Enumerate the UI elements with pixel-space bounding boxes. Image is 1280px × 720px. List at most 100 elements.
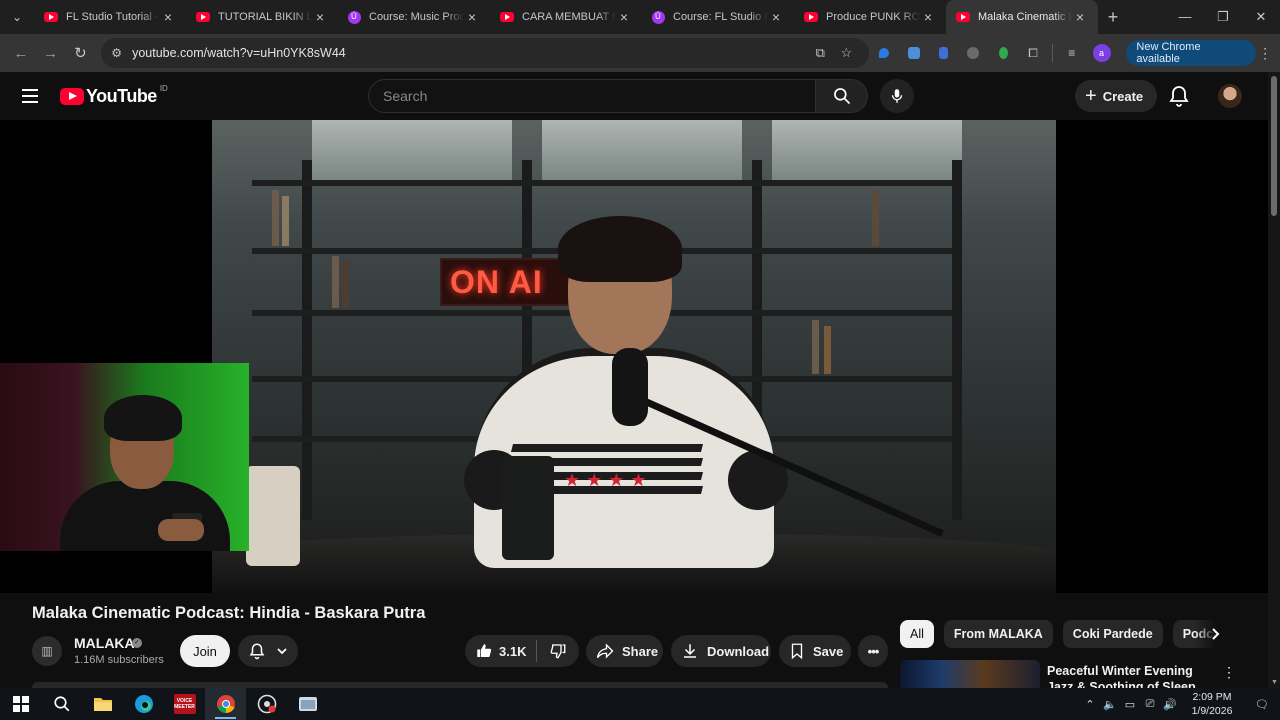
speaker-icon[interactable]: 🔈 xyxy=(1100,698,1120,711)
voicemeeter-button[interactable]: VOICE MEETER xyxy=(164,688,205,720)
chip-coki-pardede[interactable]: Coki Pardede xyxy=(1062,620,1163,648)
dislike-button[interactable] xyxy=(537,642,579,660)
chip-all[interactable]: All xyxy=(900,620,934,648)
new-tab-button[interactable]: + xyxy=(1098,7,1128,28)
close-tab-icon[interactable]: × xyxy=(1072,9,1088,25)
reload-icon[interactable]: ↻ xyxy=(66,38,96,68)
extension-icon[interactable] xyxy=(869,38,899,68)
address-bar[interactable]: ⚙ youtube.com/watch?v=uHn0YK8sW44 ⧉ ☆ xyxy=(101,38,870,68)
extensions-puzzle-icon[interactable]: ⧠ xyxy=(1018,38,1048,68)
close-tab-icon[interactable]: × xyxy=(920,9,936,25)
like-button[interactable]: 3.1K xyxy=(465,640,538,662)
maximize-icon[interactable]: ❐ xyxy=(1204,9,1242,25)
chrome-menu-icon[interactable]: ⋮ xyxy=(1256,45,1274,62)
scrollbar-thumb[interactable] xyxy=(1271,76,1277,216)
create-label: Create xyxy=(1102,88,1144,104)
extension-icon[interactable] xyxy=(988,38,1018,68)
network-icon[interactable]: ⎚ xyxy=(1140,698,1160,711)
join-button[interactable]: Join xyxy=(180,635,230,667)
video-frame[interactable]: ON AI ★★★★ xyxy=(212,120,1056,593)
related-video-thumbnail[interactable] xyxy=(900,660,1040,688)
site-info-icon[interactable]: ⚙ xyxy=(111,46,122,60)
url-text[interactable]: youtube.com/watch?v=uHn0YK8sW44 xyxy=(132,46,807,60)
back-icon[interactable]: ← xyxy=(6,38,36,68)
browser-tab[interactable]: Course: Music Produ × xyxy=(338,0,490,34)
search-input[interactable] xyxy=(383,88,815,104)
show-hidden-icons[interactable]: ⌃ xyxy=(1080,698,1100,711)
shelf-post xyxy=(302,160,312,520)
related-video-menu-icon[interactable]: ⋮ xyxy=(1222,664,1236,681)
related-video-title[interactable]: Peaceful Winter Evening Jazz & Soothing … xyxy=(1047,663,1207,688)
share-button[interactable]: Share xyxy=(586,635,663,667)
download-icon xyxy=(684,644,696,658)
recorder-icon xyxy=(257,694,276,714)
extension-icon[interactable] xyxy=(929,38,959,68)
channel-name[interactable]: MALAKA xyxy=(74,635,135,651)
bookmark-icon xyxy=(791,643,803,660)
account-avatar[interactable] xyxy=(1218,84,1242,108)
search-button[interactable] xyxy=(816,79,868,113)
volume-icon[interactable]: 🔊 xyxy=(1160,698,1180,711)
subscription-notifications-button[interactable] xyxy=(238,635,298,667)
battery-icon[interactable]: ▭ xyxy=(1120,698,1140,711)
install-app-icon[interactable]: ⧉ xyxy=(807,45,833,61)
browser-tab[interactable]: TUTORIAL BIKIN LAG × xyxy=(186,0,338,34)
taskbar-clock[interactable]: 2:09 PM 1/9/2026 xyxy=(1180,690,1244,718)
media-queue-icon[interactable]: ≡ xyxy=(1057,38,1087,68)
taskbar-search-button[interactable] xyxy=(41,688,82,720)
search-icon xyxy=(53,696,69,712)
create-button[interactable]: + Create xyxy=(1075,80,1158,112)
page-scrollbar[interactable]: ▼ xyxy=(1268,72,1280,688)
browser-tab[interactable]: Produce PUNK ROCK × xyxy=(794,0,946,34)
more-actions-button[interactable]: ••• xyxy=(858,635,888,667)
menu-icon[interactable] xyxy=(18,86,42,106)
tab-title: Malaka Cinematic P xyxy=(978,11,1072,23)
close-tab-icon[interactable]: × xyxy=(768,9,784,25)
browser-tab[interactable]: CARA MEMBUAT MU × xyxy=(490,0,642,34)
edge-button[interactable] xyxy=(123,688,164,720)
voice-search-button[interactable] xyxy=(880,79,914,113)
microphone-icon xyxy=(891,89,903,103)
minimize-icon[interactable]: — xyxy=(1166,9,1204,25)
chip-from-malaka[interactable]: From MALAKA xyxy=(943,620,1053,648)
browser-tab-active[interactable]: Malaka Cinematic P × xyxy=(946,0,1098,34)
notifications-button[interactable] xyxy=(1166,84,1192,108)
app-taskbar-button[interactable] xyxy=(287,688,328,720)
extension-icon[interactable] xyxy=(959,38,989,68)
tab-title: FL Studio Tutorial - C xyxy=(66,11,160,23)
bookmark-star-icon[interactable]: ☆ xyxy=(833,45,859,61)
extension-icon[interactable] xyxy=(899,38,929,68)
chips-next-button[interactable] xyxy=(1206,620,1226,648)
close-tab-icon[interactable]: × xyxy=(160,9,176,25)
notification-center-icon[interactable]: 🗨 xyxy=(1244,698,1280,711)
file-explorer-button[interactable] xyxy=(82,688,123,720)
profile-button[interactable]: a xyxy=(1087,38,1117,68)
chrome-taskbar-button[interactable] xyxy=(205,688,246,720)
close-tab-icon[interactable]: × xyxy=(616,9,632,25)
start-button[interactable] xyxy=(0,688,41,720)
app-taskbar-button[interactable] xyxy=(246,688,287,720)
video-player[interactable]: ON AI ★★★★ xyxy=(0,120,1268,593)
webcam-person-hand xyxy=(158,519,204,541)
chevron-down-icon xyxy=(277,648,287,655)
chrome-update-button[interactable]: New Chrome available xyxy=(1126,40,1257,66)
browser-tab[interactable]: FL Studio Tutorial - C × xyxy=(34,0,186,34)
more-horizontal-icon: ••• xyxy=(867,643,880,659)
download-button[interactable]: Download xyxy=(671,635,771,667)
udemy-icon xyxy=(652,10,665,24)
close-tab-icon[interactable]: × xyxy=(464,9,480,25)
youtube-play-icon xyxy=(60,88,84,105)
search-box[interactable] xyxy=(368,79,816,113)
podcast-microphone xyxy=(612,348,648,426)
close-tab-icon[interactable]: × xyxy=(312,9,328,25)
save-button[interactable]: Save xyxy=(779,635,851,667)
youtube-logo[interactable]: YouTube ID xyxy=(60,84,168,107)
forward-icon[interactable]: → xyxy=(36,38,66,68)
close-window-icon[interactable]: ✕ xyxy=(1242,9,1280,25)
browser-tab[interactable]: Course: FL Studio Int × xyxy=(642,0,794,34)
tab-search-icon[interactable]: ⌄ xyxy=(0,0,34,34)
tab-title: Produce PUNK ROCK xyxy=(826,11,920,23)
scroll-down-icon[interactable]: ▼ xyxy=(1271,679,1278,686)
channel-avatar[interactable]: ▥ xyxy=(32,636,62,666)
bell-icon xyxy=(1169,86,1189,107)
